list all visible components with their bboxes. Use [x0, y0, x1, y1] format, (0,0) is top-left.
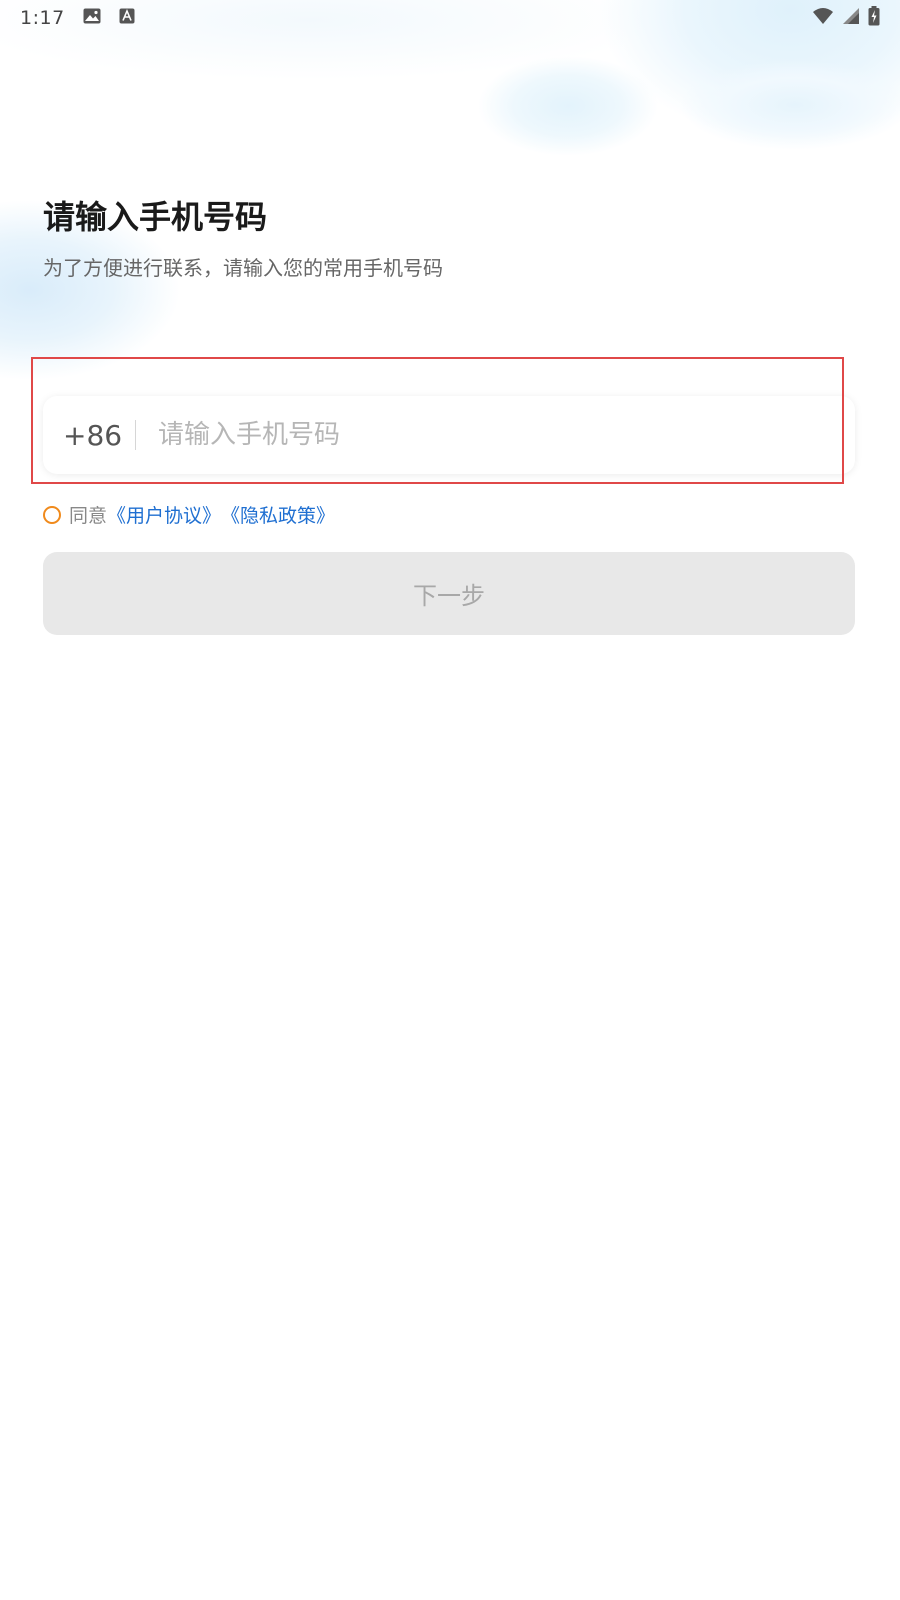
- status-bar: 1:17: [0, 0, 900, 36]
- user-agreement-link[interactable]: 《用户协议》: [107, 501, 221, 528]
- cell-signal-icon: [842, 7, 860, 29]
- status-time: 1:17: [20, 7, 65, 29]
- background-cloud: [680, 60, 900, 150]
- phone-number-input[interactable]: [156, 419, 800, 451]
- wifi-icon: [812, 7, 834, 29]
- next-button[interactable]: 下一步: [43, 552, 855, 635]
- input-divider: [135, 420, 136, 450]
- agreement-prefix: 同意: [69, 505, 108, 527]
- image-icon: [83, 8, 101, 28]
- login-phone-screen: 1:17 请输入手机号码 为了方便进行联系，请输入您的常用手机号码 +86 请输…: [0, 0, 900, 1600]
- font-icon: [119, 8, 135, 28]
- status-right: [812, 6, 880, 30]
- page-subtitle: 为了方便进行联系，请输入您的常用手机号码: [43, 256, 443, 280]
- country-code[interactable]: +86: [63, 419, 123, 452]
- agreement-row: 同意 《用户协议》 《隐私政策》: [43, 501, 335, 528]
- phone-input-card: +86: [43, 396, 855, 474]
- battery-charging-icon: [868, 6, 880, 30]
- agreement-checkbox[interactable]: [43, 505, 61, 524]
- background-cloud: [478, 56, 658, 156]
- privacy-policy-link[interactable]: 《隐私政策》: [221, 501, 335, 528]
- status-left: 1:17: [20, 7, 135, 29]
- page-title: 请输入手机号码: [43, 198, 268, 236]
